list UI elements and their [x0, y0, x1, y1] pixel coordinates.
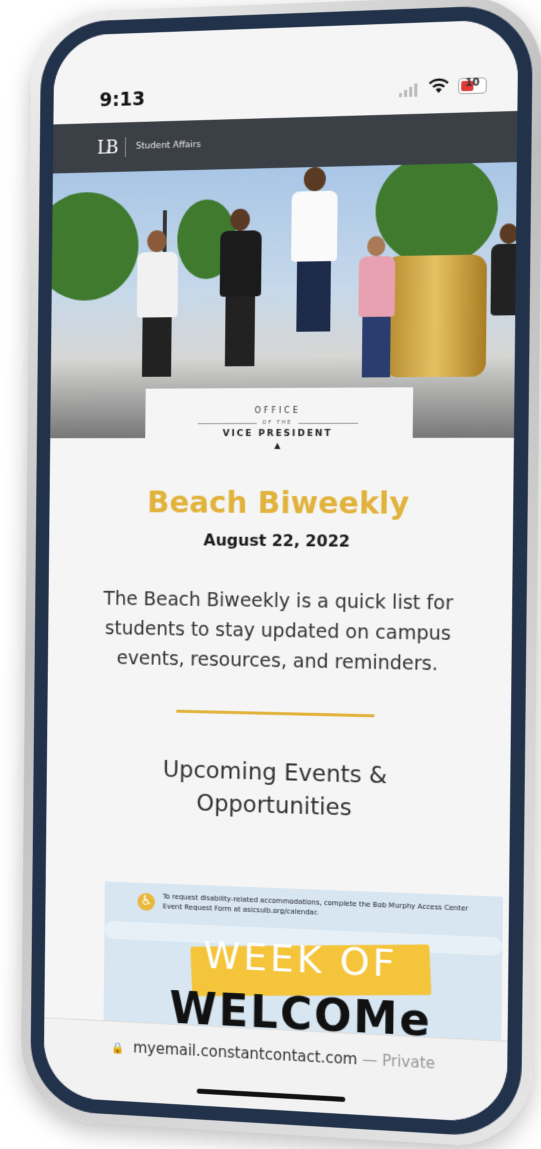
status-bar: 9:13 10 [53, 19, 519, 115]
url-domain: myemail.constantcontact.com [132, 1038, 358, 1069]
status-time: 9:13 [99, 88, 146, 112]
lock-icon: 🔒 [111, 1041, 125, 1055]
phone-frame: 9:13 10 LB Student Affairs OFFICE OF THE… [20, 0, 541, 1149]
divider [176, 709, 375, 718]
lb-logo-icon: LB [97, 136, 116, 159]
phone-bezel: 9:13 10 LB Student Affairs OFFICE OF THE… [30, 4, 534, 1139]
letter-sculpture [383, 254, 488, 378]
newsletter-content: Beach Biweekly August 22, 2022 The Beach… [46, 458, 513, 831]
tree-left [50, 191, 140, 302]
header-divider [125, 137, 127, 157]
battery-icon: 10 [458, 77, 487, 95]
office-badge: OFFICE OF THE VICE PRESIDENT ▲ [144, 387, 414, 459]
newsletter-intro: The Beach Biweekly is a quick list for s… [103, 587, 454, 676]
url-row[interactable]: 🔒 myemail.constantcontact.com — Private [44, 1034, 507, 1077]
newsletter-title: Beach Biweekly [147, 485, 410, 522]
newsletter-date: August 22, 2022 [203, 530, 351, 551]
office-line-mid: OF THE [262, 419, 293, 427]
wifi-icon [427, 77, 450, 94]
office-mid-row: OF THE [145, 420, 413, 427]
person [215, 208, 266, 388]
section-heading: Upcoming Events & Opportunities [162, 756, 388, 822]
accessibility-icon: ♿ [137, 892, 156, 912]
home-indicator[interactable] [196, 1088, 346, 1102]
person [284, 166, 346, 348]
office-rule-right [298, 422, 359, 424]
accessibility-note: To request disability-related accommodat… [162, 892, 469, 917]
office-rule-left [197, 422, 257, 424]
signal-icon [399, 83, 418, 98]
battery-level: 10 [465, 77, 480, 90]
header-title: Student Affairs [135, 140, 202, 152]
office-line-top: OFFICE [254, 405, 301, 416]
office-line-bottom: VICE PRESIDENT [222, 428, 333, 440]
caret-up-icon: ▲ [274, 440, 281, 450]
person [485, 223, 517, 407]
phone-screen: 9:13 10 LB Student Affairs OFFICE OF THE… [43, 19, 519, 1124]
person [132, 230, 182, 409]
url-private-label: — Private [362, 1050, 436, 1073]
